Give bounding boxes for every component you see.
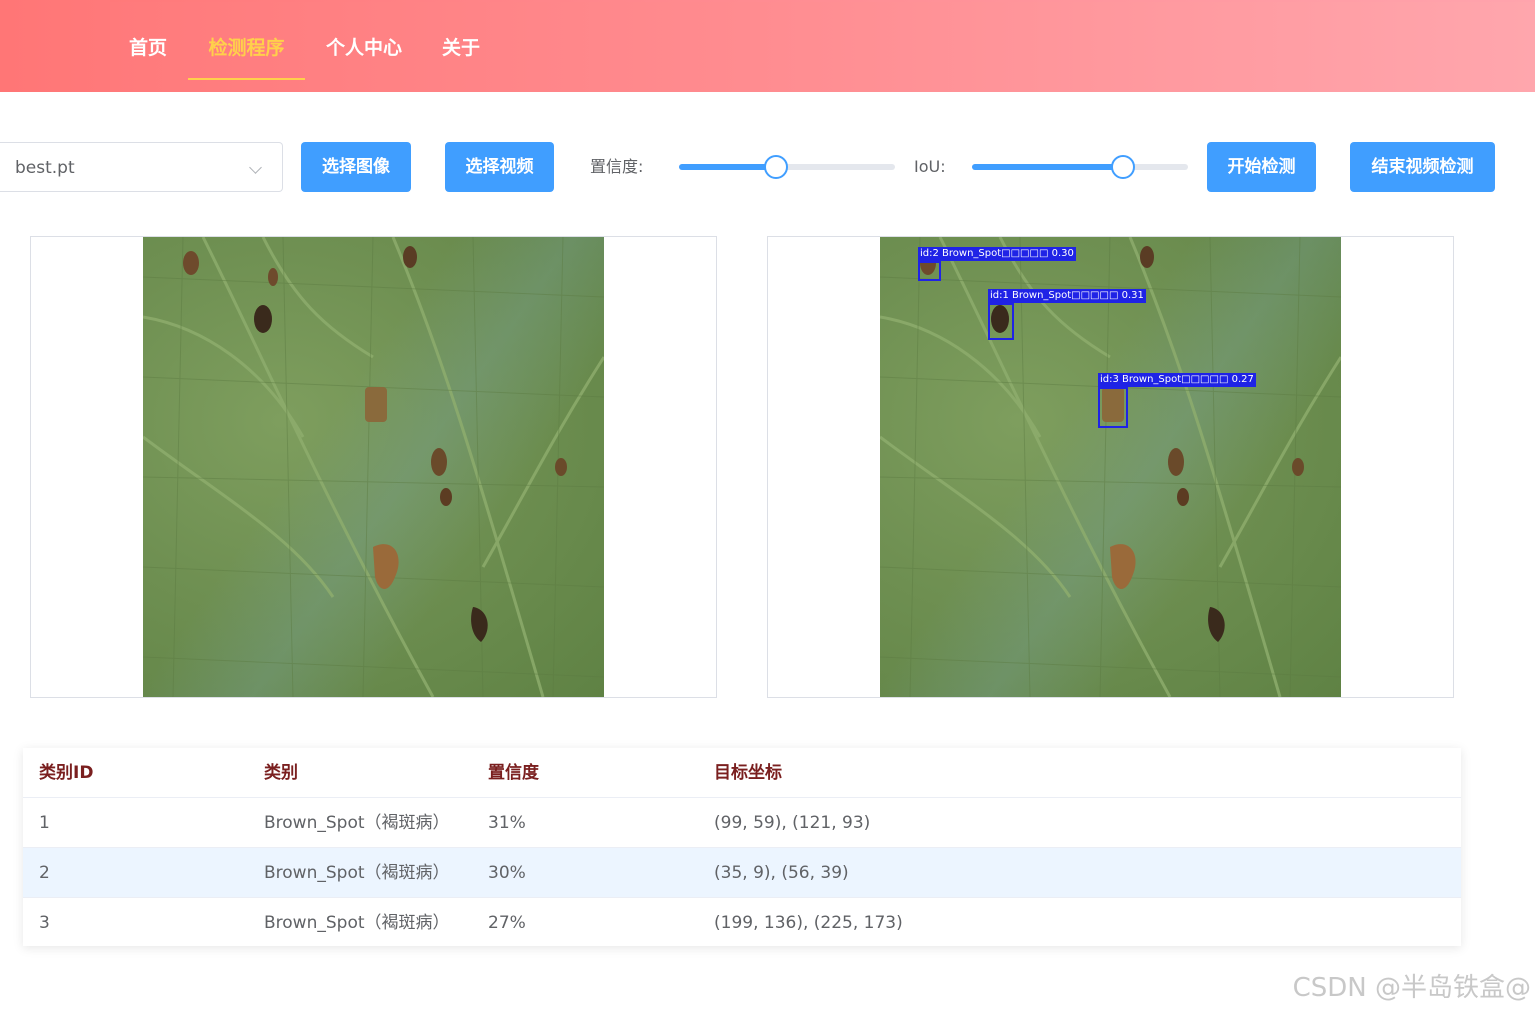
results-table: 类别ID 类别 置信度 目标坐标 1 Brown_Spot（褐斑病） 31% (… [23,748,1461,946]
detection-box [918,261,941,281]
cell-class: Brown_Spot（褐斑病） [264,913,450,933]
model-select-value: best.pt [15,158,75,178]
confidence-label: 置信度: [590,157,644,176]
select-video-button[interactable]: 选择视频 [445,142,554,192]
result-leaf-image: id:2 Brown_Spot□□□□□ 0.30 id:1 Brown_Spo… [880,237,1341,697]
detection-box [1098,387,1128,428]
start-detection-button[interactable]: 开始检测 [1207,142,1316,192]
header-class-id: 类别ID [39,763,94,783]
original-leaf-image [143,237,604,697]
table-row[interactable]: 3 Brown_Spot（褐斑病） 27% (199, 136), (225, … [23,898,1461,948]
iou-label: IoU: [914,157,946,176]
table-row[interactable]: 1 Brown_Spot（褐斑病） 31% (99, 59), (121, 93… [23,798,1461,848]
cell-class-id: 3 [39,913,50,933]
watermark: CSDN @半岛铁盒@ [1292,973,1531,1003]
table-header-row: 类别ID 类别 置信度 目标坐标 [23,748,1461,798]
result-image-panel: id:2 Brown_Spot□□□□□ 0.30 id:1 Brown_Spo… [767,236,1454,698]
detection-label: id:3 Brown_Spot□□□□□ 0.27 [1098,373,1256,387]
cell-confidence: 31% [488,813,526,833]
confidence-slider-handle[interactable] [764,155,789,179]
cell-class-id: 1 [39,813,50,833]
select-image-button[interactable]: 选择图像 [301,142,411,192]
nav-item-detection[interactable]: 检测程序 [188,4,305,92]
cell-class: Brown_Spot（褐斑病） [264,813,450,833]
top-nav-bar: 首页 检测程序 个人中心 关于 [0,0,1535,92]
header-class: 类别 [264,763,298,783]
header-coordinates: 目标坐标 [714,763,782,783]
confidence-slider[interactable] [679,155,895,179]
stop-video-detection-button[interactable]: 结束视频检测 [1350,142,1495,192]
model-select[interactable]: best.pt [0,142,283,192]
header-confidence: 置信度 [488,763,539,783]
iou-slider-fill [972,164,1124,170]
cell-class: Brown_Spot（褐斑病） [264,863,450,883]
cell-confidence: 27% [488,913,526,933]
detection-label: id:1 Brown_Spot□□□□□ 0.31 [988,289,1146,303]
chevron-down-icon [249,161,262,174]
original-image-panel [30,236,717,698]
table-row[interactable]: 2 Brown_Spot（褐斑病） 30% (35, 9), (56, 39) [23,848,1461,898]
detection-box [988,303,1014,340]
cell-confidence: 30% [488,863,526,883]
confidence-slider-fill [679,164,777,170]
cell-coordinates: (199, 136), (225, 173) [714,913,903,933]
iou-slider[interactable] [972,155,1188,179]
nav-menu: 首页 检测程序 个人中心 关于 [110,2,1535,92]
cell-coordinates: (35, 9), (56, 39) [714,863,849,883]
cell-class-id: 2 [39,863,50,883]
detection-label: id:2 Brown_Spot□□□□□ 0.30 [918,247,1076,261]
nav-item-home[interactable]: 首页 [128,4,168,92]
nav-item-profile[interactable]: 个人中心 [324,4,404,92]
iou-slider-handle[interactable] [1111,155,1136,179]
cell-coordinates: (99, 59), (121, 93) [714,813,871,833]
nav-item-about[interactable]: 关于 [441,4,481,92]
